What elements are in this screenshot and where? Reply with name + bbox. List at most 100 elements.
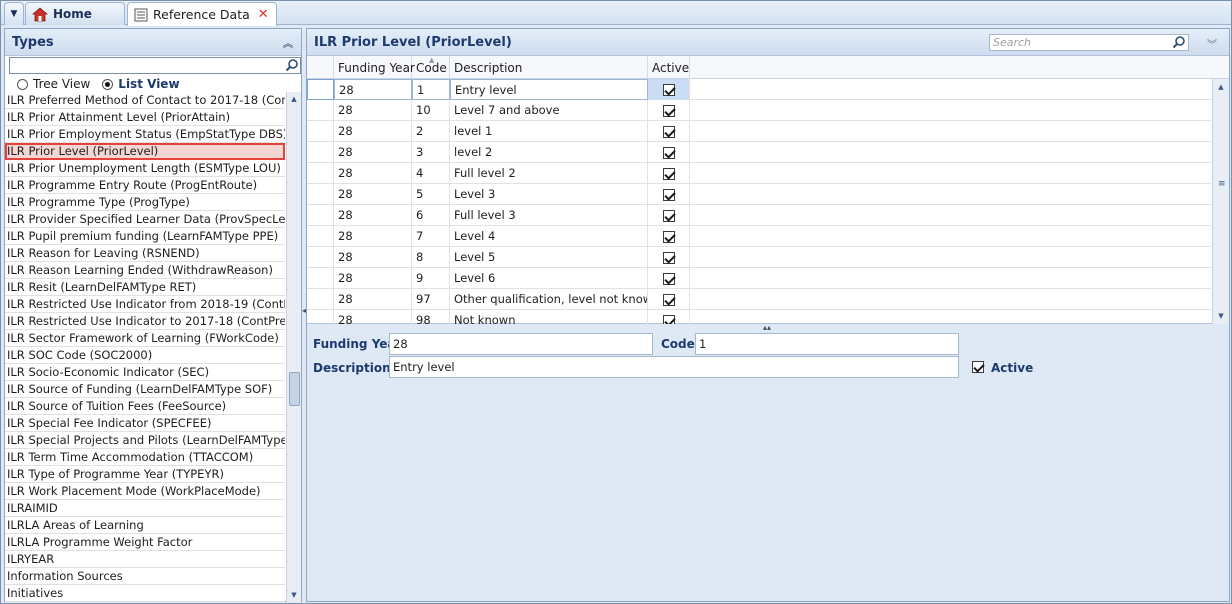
scroll-down-arrow-icon[interactable]: ▼ bbox=[1213, 308, 1229, 324]
cell-code[interactable]: 10 bbox=[412, 100, 450, 121]
types-list-item[interactable]: ILRAIMID bbox=[5, 500, 285, 517]
row-selector[interactable] bbox=[307, 79, 334, 100]
types-list-item[interactable]: ILR Sector Framework of Learning (FWorkC… bbox=[5, 330, 285, 347]
cell-active[interactable] bbox=[648, 100, 690, 121]
cell-funding-year[interactable]: 28 bbox=[334, 100, 412, 121]
cell-code[interactable]: 8 bbox=[412, 247, 450, 268]
table-row[interactable]: 28 10 Level 7 and above bbox=[307, 100, 1211, 121]
types-list-item[interactable]: ILR Resit (LearnDelFAMType RET) bbox=[5, 279, 285, 296]
active-checkbox[interactable] bbox=[662, 272, 675, 285]
types-list-item[interactable]: ILRLA Areas of Learning bbox=[5, 517, 285, 534]
funding-year-field[interactable]: 28 bbox=[389, 333, 653, 355]
active-checkbox[interactable] bbox=[662, 146, 675, 159]
types-list-item[interactable]: ILR Source of Funding (LearnDelFAMType S… bbox=[5, 381, 285, 398]
search-icon[interactable] bbox=[1172, 35, 1186, 53]
column-header-description[interactable]: Description bbox=[450, 56, 648, 79]
active-checkbox[interactable] bbox=[662, 314, 675, 324]
cell-description[interactable]: Level 3 bbox=[450, 184, 648, 205]
cell-funding-year[interactable]: 28 bbox=[334, 310, 412, 324]
list-view-radio[interactable] bbox=[102, 78, 114, 90]
cell-code[interactable]: 1 bbox=[412, 79, 450, 100]
scroll-grip-icon[interactable]: ≡ bbox=[1218, 179, 1226, 189]
cell-code[interactable]: 98 bbox=[412, 310, 450, 324]
row-selector[interactable] bbox=[307, 268, 334, 289]
cell-description[interactable]: Level 7 and above bbox=[450, 100, 648, 121]
types-list-item[interactable]: ILR Pupil premium funding (LearnFAMType … bbox=[5, 228, 285, 245]
cell-description[interactable]: Other qualification, level not known bbox=[450, 289, 648, 310]
cell-active[interactable] bbox=[648, 184, 690, 205]
cell-active[interactable] bbox=[648, 226, 690, 247]
close-icon[interactable]: ✕ bbox=[258, 7, 269, 22]
table-row[interactable]: 28 1 Entry level bbox=[307, 79, 1211, 100]
types-list-item[interactable]: ILR SOC Code (SOC2000) bbox=[5, 347, 285, 364]
types-list-item[interactable]: ILR Programme Type (ProgType) bbox=[5, 194, 285, 211]
column-header-code[interactable]: ▲ Code bbox=[412, 56, 450, 79]
cell-description[interactable]: Full level 2 bbox=[450, 163, 648, 184]
list-view-option[interactable]: List View bbox=[102, 77, 180, 91]
cell-active[interactable] bbox=[648, 79, 690, 100]
tree-view-radio[interactable] bbox=[17, 78, 28, 90]
types-list-item[interactable]: ILR Socio-Economic Indicator (SEC) bbox=[5, 364, 285, 381]
active-checkbox[interactable] bbox=[662, 167, 675, 180]
types-list-item[interactable]: ILR Prior Employment Status (EmpStatType… bbox=[5, 126, 285, 143]
cell-code[interactable]: 3 bbox=[412, 142, 450, 163]
cell-code[interactable]: 5 bbox=[412, 184, 450, 205]
search-icon[interactable] bbox=[285, 58, 299, 75]
cell-description[interactable]: Entry level bbox=[450, 79, 648, 100]
types-list-scrollbar[interactable]: ▲ ▼ bbox=[286, 92, 301, 602]
active-checkbox[interactable] bbox=[662, 104, 675, 117]
table-row[interactable]: 28 8 Level 5 bbox=[307, 247, 1211, 268]
tab-reference-data[interactable]: Reference Data ✕ bbox=[127, 2, 277, 26]
types-scroll-thumb[interactable] bbox=[289, 372, 300, 406]
cell-description[interactable]: Level 6 bbox=[450, 268, 648, 289]
cell-description[interactable]: level 2 bbox=[450, 142, 648, 163]
row-selector[interactable] bbox=[307, 247, 334, 268]
types-list-item[interactable]: ILRYEAR bbox=[5, 551, 285, 568]
types-list-item[interactable]: ILR Preferred Method of Contact to 2017-… bbox=[5, 92, 285, 109]
table-row[interactable]: 28 97 Other qualification, level not known bbox=[307, 289, 1211, 310]
types-list-item[interactable]: ILR Provider Specified Learner Data (Pro… bbox=[5, 211, 285, 228]
table-row[interactable]: 28 6 Full level 3 bbox=[307, 205, 1211, 226]
cell-funding-year[interactable]: 28 bbox=[334, 247, 412, 268]
types-list-item[interactable]: ILR Special Projects and Pilots (LearnDe… bbox=[5, 432, 285, 449]
detail-splitter-handle[interactable]: ▴▴ bbox=[763, 323, 771, 332]
active-checkbox[interactable] bbox=[662, 83, 675, 96]
cell-active[interactable] bbox=[648, 142, 690, 163]
cell-active[interactable] bbox=[648, 247, 690, 268]
cell-code[interactable]: 9 bbox=[412, 268, 450, 289]
cell-active[interactable] bbox=[648, 310, 690, 324]
cell-description[interactable]: Not known bbox=[450, 310, 648, 324]
double-chevron-down-icon[interactable]: ︾ bbox=[1207, 36, 1217, 51]
scroll-down-arrow-icon[interactable]: ▼ bbox=[287, 588, 301, 602]
row-selector[interactable] bbox=[307, 184, 334, 205]
row-selector[interactable] bbox=[307, 310, 334, 324]
double-chevron-up-icon[interactable]: ︽ bbox=[283, 35, 293, 50]
table-row[interactable]: 28 2 level 1 bbox=[307, 121, 1211, 142]
row-selector[interactable] bbox=[307, 205, 334, 226]
cell-active[interactable] bbox=[648, 163, 690, 184]
cell-funding-year[interactable]: 28 bbox=[334, 142, 412, 163]
active-checkbox[interactable] bbox=[662, 125, 675, 138]
types-list-item[interactable]: ILR Work Placement Mode (WorkPlaceMode) bbox=[5, 483, 285, 500]
types-list-item[interactable]: ILR Programme Entry Route (ProgEntRoute) bbox=[5, 177, 285, 194]
active-checkbox[interactable] bbox=[662, 188, 675, 201]
row-selector[interactable] bbox=[307, 100, 334, 121]
row-selector[interactable] bbox=[307, 289, 334, 310]
cell-funding-year[interactable]: 28 bbox=[334, 268, 412, 289]
types-list-item[interactable]: ILR Reason for Leaving (RSNEND) bbox=[5, 245, 285, 262]
cell-funding-year[interactable]: 28 bbox=[334, 163, 412, 184]
row-selector[interactable] bbox=[307, 163, 334, 184]
cell-description[interactable]: Level 4 bbox=[450, 226, 648, 247]
types-list-item[interactable]: ILR Reason Learning Ended (WithdrawReaso… bbox=[5, 262, 285, 279]
tree-view-option[interactable]: Tree View bbox=[17, 77, 90, 91]
types-list-item[interactable]: Initiatives bbox=[5, 585, 285, 602]
column-header-funding-year[interactable]: Funding Year bbox=[334, 56, 415, 79]
active-checkbox[interactable] bbox=[662, 251, 675, 264]
active-checkbox[interactable] bbox=[972, 361, 984, 373]
table-row[interactable]: 28 4 Full level 2 bbox=[307, 163, 1211, 184]
scroll-up-arrow-icon[interactable]: ▲ bbox=[287, 92, 301, 106]
types-list-item[interactable]: ILR Type of Programme Year (TYPEYR) bbox=[5, 466, 285, 483]
active-checkbox[interactable] bbox=[662, 293, 675, 306]
row-selector[interactable] bbox=[307, 226, 334, 247]
row-selector[interactable] bbox=[307, 142, 334, 163]
